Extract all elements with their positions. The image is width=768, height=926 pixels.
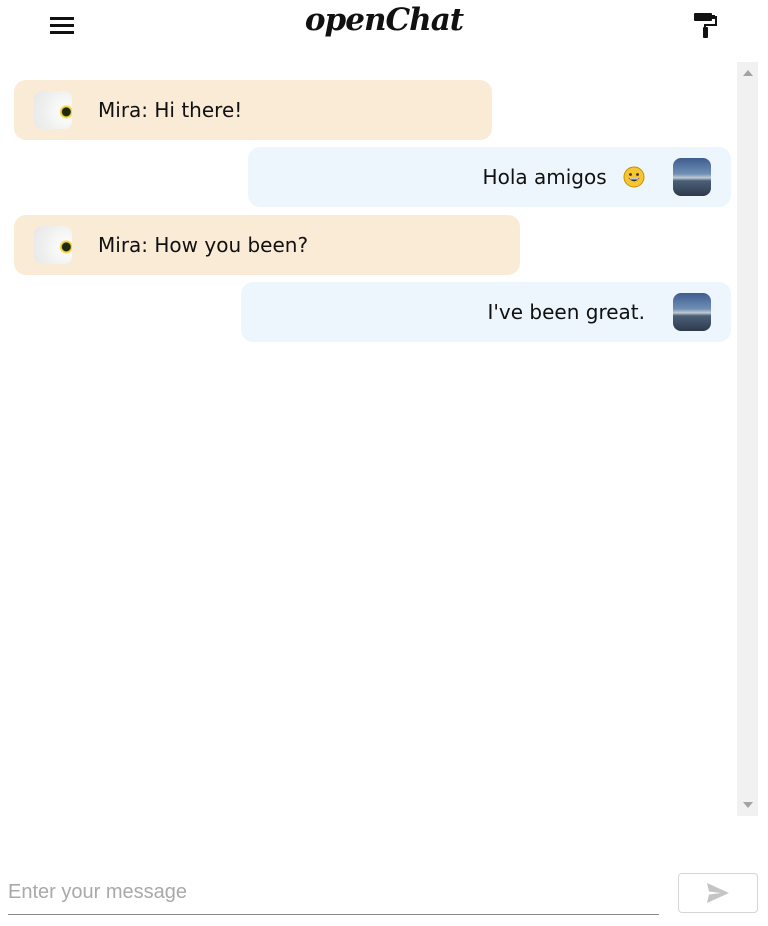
message-bubble-outgoing: I've been great.	[241, 282, 731, 342]
sky-avatar	[673, 293, 711, 331]
scroll-down-arrow-icon[interactable]	[737, 796, 758, 814]
paint-roller-icon[interactable]	[690, 10, 720, 40]
message-list: Mira: Hi there! Hola amigos Mira: How yo…	[0, 62, 736, 816]
scroll-up-arrow-icon[interactable]	[737, 64, 758, 82]
message-text-wrap: Hola amigos	[483, 165, 645, 189]
message-input[interactable]	[8, 872, 659, 912]
message-input-field	[8, 872, 659, 915]
send-button[interactable]	[678, 873, 758, 913]
chat-app: openChat Mira: Hi there! Hola amigos Mir…	[0, 0, 768, 926]
grinning-face-emoji-icon	[623, 166, 645, 188]
message-text: Mira: How you been?	[98, 233, 309, 257]
send-icon	[707, 883, 729, 903]
vertical-scrollbar[interactable]	[737, 62, 758, 816]
message-bubble-outgoing: Hola amigos	[248, 147, 731, 207]
sky-avatar	[673, 158, 711, 196]
message-text: I've been great.	[487, 300, 645, 324]
message-text: Mira: Hi there!	[98, 98, 243, 122]
app-header: openChat	[0, 0, 768, 52]
app-title: openChat	[304, 2, 464, 38]
message-text: Hola amigos	[482, 165, 607, 189]
message-bubble-incoming: Mira: How you been?	[14, 215, 520, 275]
daisy-avatar	[34, 226, 72, 264]
message-bubble-incoming: Mira: Hi there!	[14, 80, 492, 140]
daisy-avatar	[34, 91, 72, 129]
